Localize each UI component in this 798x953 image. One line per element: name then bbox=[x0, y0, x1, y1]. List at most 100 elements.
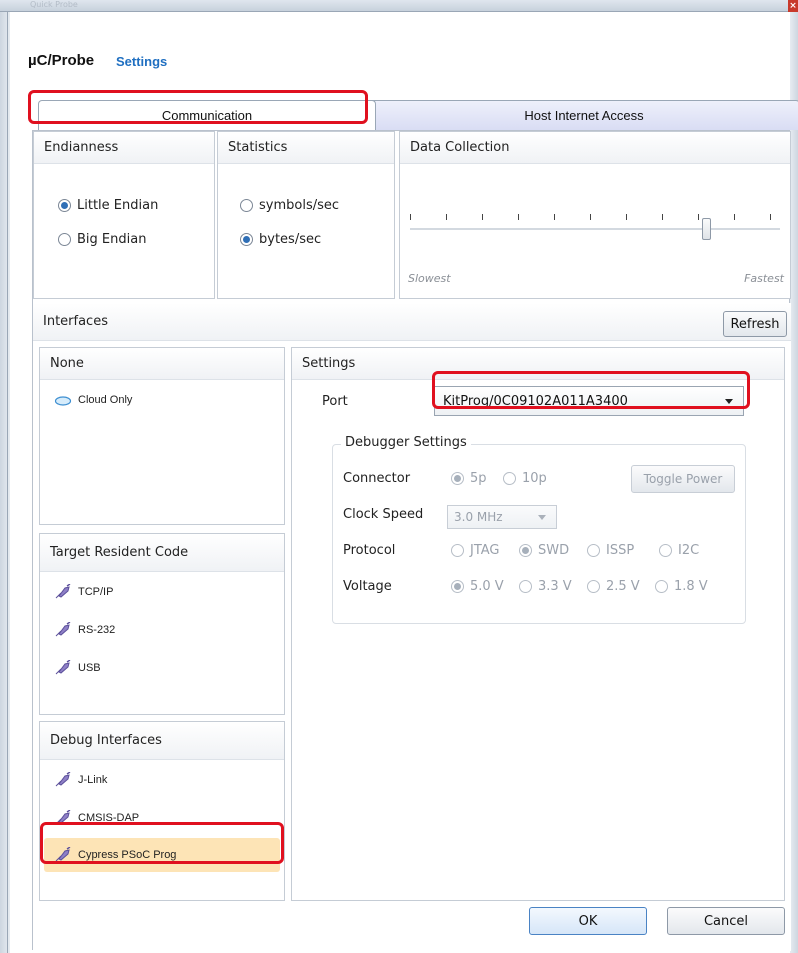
protocol-label: Protocol bbox=[343, 543, 396, 558]
interface-group-debug-interfaces: Debug Interfaces J-Link CMSIS-DAP Cypres… bbox=[39, 721, 285, 901]
radio-unchecked-icon[interactable] bbox=[655, 580, 668, 593]
port-dropdown[interactable]: KitProg/0C09102A011A3400 bbox=[434, 386, 744, 416]
refresh-button[interactable]: Refresh bbox=[723, 311, 787, 337]
voltage-3v3-option[interactable]: 3.3 V bbox=[519, 579, 572, 594]
big-endian-label: Big Endian bbox=[77, 232, 147, 247]
clock-speed-label: Clock Speed bbox=[343, 507, 424, 522]
plug-icon bbox=[55, 584, 71, 599]
protocol-issp-option[interactable]: ISSP bbox=[587, 543, 634, 558]
tab-communication[interactable]: Communication bbox=[38, 100, 376, 130]
slider-track[interactable] bbox=[410, 228, 780, 230]
close-icon[interactable]: × bbox=[788, 0, 798, 12]
port-label: Port bbox=[322, 394, 348, 409]
voltage-5v-label: 5.0 V bbox=[470, 579, 504, 594]
list-item-label: Cypress PSoC Prog bbox=[78, 849, 177, 861]
radio-unchecked-icon[interactable] bbox=[519, 580, 532, 593]
settings-panel: Settings Port KitProg/0C09102A011A3400 D… bbox=[291, 347, 785, 901]
slider-tick bbox=[410, 214, 411, 220]
big-endian-option[interactable]: Big Endian bbox=[58, 232, 146, 247]
list-item-label: RS-232 bbox=[78, 624, 116, 636]
slider-tick bbox=[590, 214, 591, 220]
radio-unchecked-icon[interactable] bbox=[587, 544, 600, 557]
slider-tick bbox=[554, 214, 555, 220]
debugger-settings-group: Debugger Settings Connector 5p 10p Toggl… bbox=[332, 435, 746, 624]
connector-5p-option[interactable]: 5p bbox=[451, 471, 487, 486]
radio-unchecked-icon[interactable] bbox=[659, 544, 672, 557]
connector-5p-label: 5p bbox=[470, 471, 487, 486]
slider-tick bbox=[662, 214, 663, 220]
list-item-label: CMSIS-DAP bbox=[78, 812, 140, 824]
little-endian-option[interactable]: Little Endian bbox=[58, 198, 158, 213]
symbols-per-sec-label: symbols/sec bbox=[259, 198, 340, 213]
plug-icon bbox=[55, 660, 71, 675]
communication-panel: Endianness Little Endian Big Endian Stat… bbox=[32, 130, 791, 951]
list-item-tcp-ip[interactable]: TCP/IP bbox=[54, 584, 113, 600]
protocol-swd-option[interactable]: SWD bbox=[519, 543, 569, 558]
list-item-j-link[interactable]: J-Link bbox=[54, 772, 107, 788]
statistics-panel: Statistics symbols/sec bytes/sec bbox=[217, 131, 395, 299]
list-item-label: Cloud Only bbox=[78, 394, 133, 406]
list-item-cypress-psoc-prog[interactable]: Cypress PSoC Prog bbox=[44, 838, 280, 872]
group-title: Target Resident Code bbox=[40, 534, 284, 572]
radio-checked-icon[interactable] bbox=[451, 580, 464, 593]
toggle-power-button[interactable]: Toggle Power bbox=[631, 465, 735, 493]
radio-unchecked-icon[interactable] bbox=[587, 580, 600, 593]
connector-10p-option[interactable]: 10p bbox=[503, 471, 547, 486]
slider-tick bbox=[770, 214, 771, 220]
chevron-down-icon[interactable] bbox=[538, 515, 546, 520]
voltage-2v5-label: 2.5 V bbox=[606, 579, 640, 594]
tab-host-internet-access[interactable]: Host Internet Access bbox=[368, 100, 798, 130]
bytes-per-sec-label: bytes/sec bbox=[259, 232, 322, 247]
protocol-i2c-option[interactable]: I2C bbox=[659, 543, 699, 558]
voltage-1v8-option[interactable]: 1.8 V bbox=[655, 579, 708, 594]
list-item-cmsis-dap[interactable]: CMSIS-DAP bbox=[54, 810, 139, 826]
radio-unchecked-icon[interactable] bbox=[503, 472, 516, 485]
radio-unchecked-icon[interactable] bbox=[58, 233, 71, 246]
voltage-2v5-option[interactable]: 2.5 V bbox=[587, 579, 640, 594]
radio-checked-icon[interactable] bbox=[240, 233, 253, 246]
protocol-swd-label: SWD bbox=[538, 543, 570, 558]
window-titlebar: Quick Probe bbox=[0, 0, 798, 12]
window-title: Quick Probe bbox=[30, 0, 78, 9]
slider-thumb[interactable] bbox=[702, 218, 711, 240]
protocol-jtag-option[interactable]: JTAG bbox=[451, 543, 500, 558]
protocol-i2c-label: I2C bbox=[678, 543, 700, 558]
connector-10p-label: 10p bbox=[522, 471, 547, 486]
radio-checked-icon[interactable] bbox=[58, 199, 71, 212]
endianness-title: Endianness bbox=[34, 132, 214, 164]
cancel-button[interactable]: Cancel bbox=[667, 907, 785, 935]
statistics-title: Statistics bbox=[218, 132, 394, 164]
window-frame-right bbox=[790, 12, 798, 953]
dialog-subtitle: Settings bbox=[116, 54, 168, 69]
group-title: Debug Interfaces bbox=[40, 722, 284, 760]
symbols-per-sec-option[interactable]: symbols/sec bbox=[240, 198, 339, 213]
ok-button[interactable]: OK bbox=[529, 907, 647, 935]
list-item-usb[interactable]: USB bbox=[54, 660, 101, 676]
radio-unchecked-icon[interactable] bbox=[240, 199, 253, 212]
plug-icon bbox=[55, 847, 71, 862]
voltage-1v8-label: 1.8 V bbox=[674, 579, 708, 594]
protocol-issp-label: ISSP bbox=[606, 543, 635, 558]
list-item-label: USB bbox=[78, 662, 101, 674]
slider-tick bbox=[698, 214, 699, 220]
slider-tick bbox=[482, 214, 483, 220]
chevron-down-icon[interactable] bbox=[725, 399, 733, 404]
voltage-5v-option[interactable]: 5.0 V bbox=[451, 579, 504, 594]
little-endian-label: Little Endian bbox=[77, 198, 159, 213]
endianness-panel: Endianness Little Endian Big Endian bbox=[33, 131, 215, 299]
voltage-3v3-label: 3.3 V bbox=[538, 579, 572, 594]
slider-tick bbox=[626, 214, 627, 220]
bytes-per-sec-option[interactable]: bytes/sec bbox=[240, 232, 321, 247]
app-title: µC/Probe bbox=[28, 52, 95, 69]
radio-checked-icon[interactable] bbox=[451, 472, 464, 485]
clock-speed-dropdown[interactable]: 3.0 MHz bbox=[447, 505, 557, 529]
radio-unchecked-icon[interactable] bbox=[451, 544, 464, 557]
protocol-jtag-label: JTAG bbox=[470, 543, 500, 558]
window-frame-left bbox=[0, 12, 10, 953]
cloud-icon bbox=[54, 396, 72, 406]
list-item-cloud-only[interactable]: Cloud Only bbox=[54, 392, 132, 408]
list-item-rs-232[interactable]: RS-232 bbox=[54, 622, 115, 638]
connector-label: Connector bbox=[343, 471, 411, 486]
interface-group-target-resident-code: Target Resident Code TCP/IP RS-232 USB bbox=[39, 533, 285, 715]
radio-checked-icon[interactable] bbox=[519, 544, 532, 557]
